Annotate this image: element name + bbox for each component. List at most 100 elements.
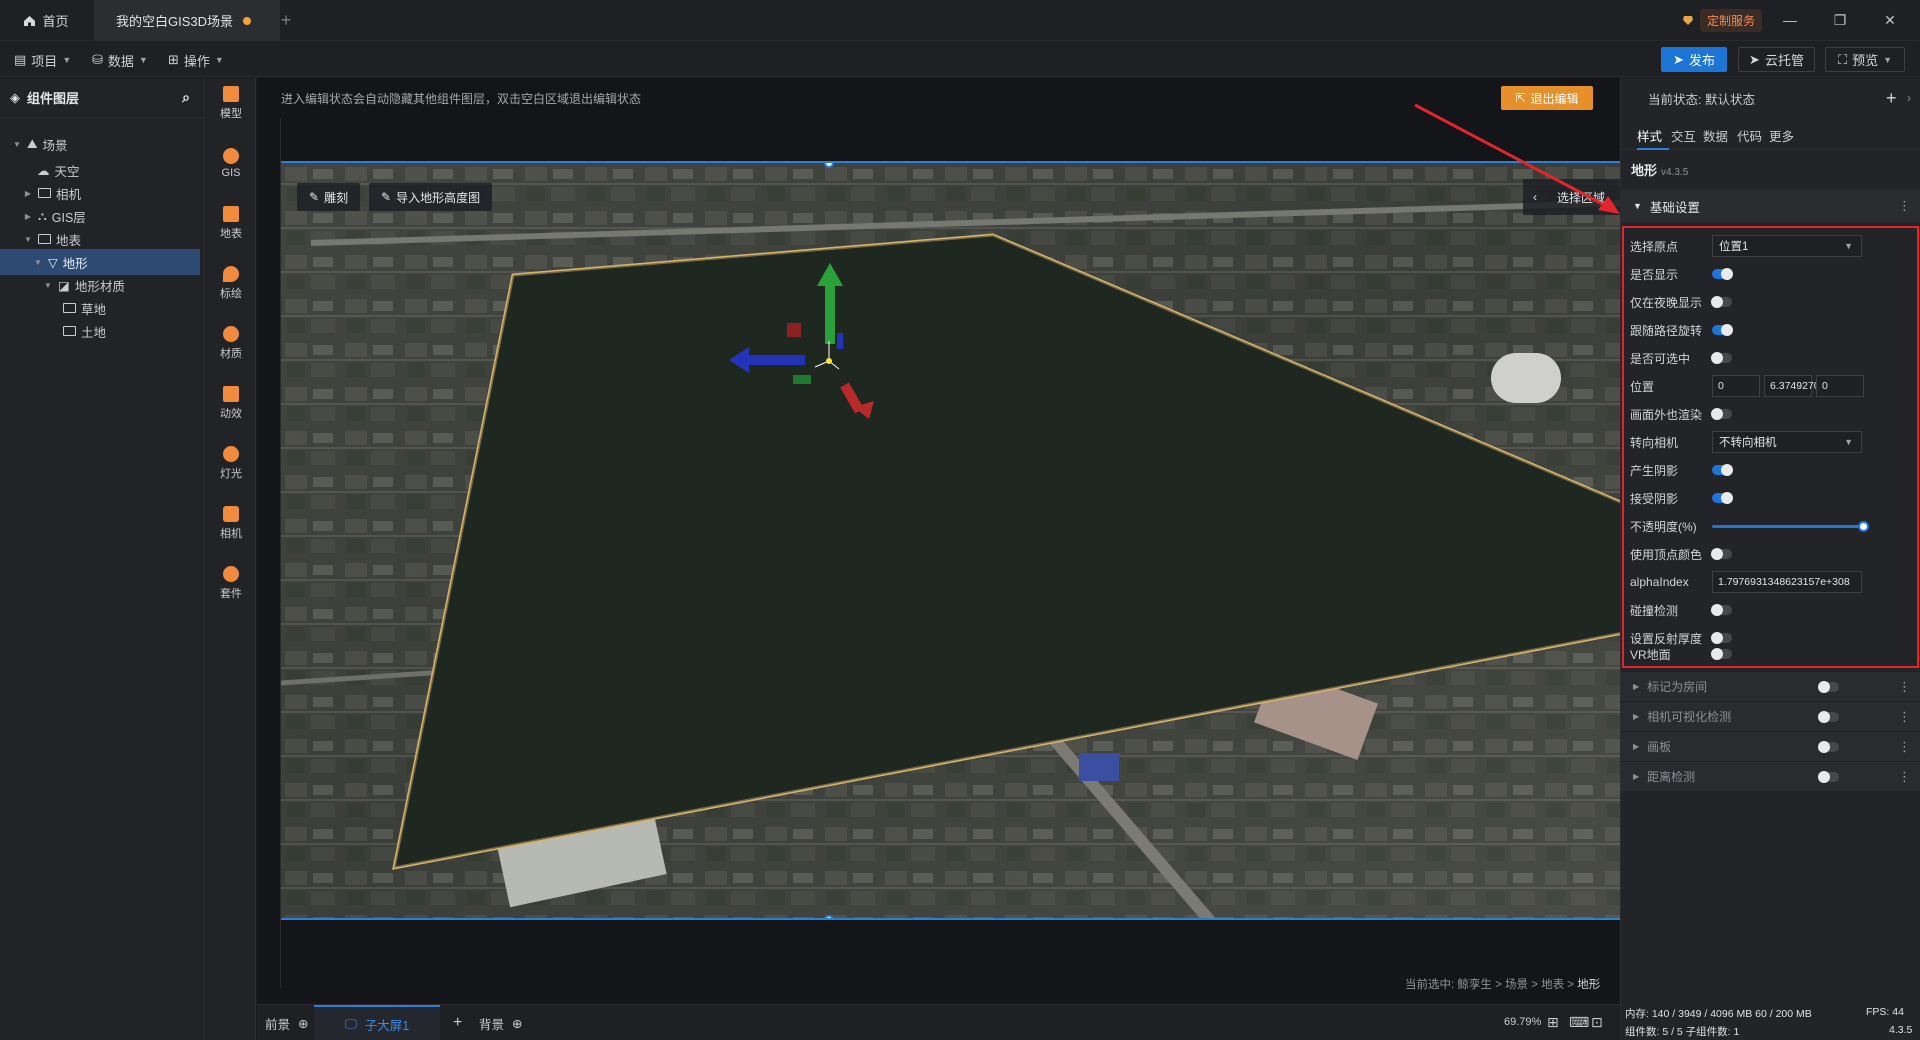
chevron-down-icon: ▼ — [34, 257, 42, 267]
custom-service-label: 定制服务 — [1700, 8, 1763, 32]
folder-icon — [63, 326, 76, 336]
mark-room-toggle[interactable] — [1818, 681, 1839, 693]
face-camera-select[interactable]: 不转向相机 ▼ — [1712, 431, 1862, 453]
alpha-index-input[interactable]: 1.7976931348623157e+308 — [1712, 571, 1862, 593]
scene-canvas[interactable]: ✎ 雕刻 ✎ 导入地形高度图 ‹ 选择区域 — [281, 161, 1623, 920]
receive-shadow-toggle[interactable] — [1712, 492, 1733, 504]
custom-service-button[interactable]: 定制服务 — [1682, 8, 1763, 32]
import-heightmap-button[interactable]: ✎ 导入地形高度图 — [369, 183, 493, 211]
terminal-icon[interactable]: ⊡ — [1591, 1014, 1603, 1031]
opacity-slider-handle[interactable] — [1858, 521, 1869, 532]
tab-data[interactable]: 数据 — [1703, 126, 1728, 145]
keyboard-icon[interactable]: ⌨ — [1569, 1014, 1589, 1031]
menu-operation[interactable]: ⊞ 操作 ▼ — [168, 49, 224, 71]
prop-label: 不透明度(%) — [1630, 519, 1697, 534]
tab-code[interactable]: 代码 — [1737, 126, 1762, 145]
chevron-down-icon: ▼ — [62, 55, 72, 65]
add-circle-icon[interactable]: ⊕ — [512, 1016, 522, 1031]
sculpt-button[interactable]: ✎ 雕刻 — [297, 183, 361, 211]
minimize-icon[interactable]: — — [1780, 10, 1800, 30]
menu-project[interactable]: ▤ 项目 ▼ — [14, 49, 71, 71]
offscreen-toggle[interactable] — [1711, 408, 1732, 420]
breadcrumb-current[interactable]: 地形 — [1577, 979, 1600, 991]
material-icon: ◪ — [58, 278, 70, 293]
tree-item-label: 草地 — [81, 302, 107, 317]
section-canvas[interactable]: ▶ 画板 ⋮ — [1621, 731, 1920, 761]
tool-label: 动效 — [220, 407, 242, 420]
tool-plot[interactable]: 标绘 — [206, 258, 256, 308]
prop-alpha-index: alphaIndex 1.7976931348623157e+308 — [1630, 568, 1920, 596]
current-state-row: 当前状态: 默认状态 + › — [1621, 78, 1920, 118]
add-screen-icon[interactable]: + — [453, 1005, 462, 1040]
more-vertical-icon[interactable]: ⋮ — [1898, 739, 1911, 755]
globe-icon — [223, 147, 239, 164]
prop-face-camera: 转向相机 不转向相机 ▼ — [1630, 428, 1920, 456]
prop-vertex-color: 使用顶点颜色 — [1630, 540, 1920, 568]
section-basic-settings[interactable]: ▼ 基础设置 ⋮ — [1621, 190, 1920, 222]
section-camera-visibility[interactable]: ▶ 相机可视化检测 ⋮ — [1621, 701, 1920, 731]
tool-light[interactable]: 灯光 — [206, 438, 256, 488]
vr-ground-toggle[interactable] — [1711, 648, 1732, 660]
visible-toggle[interactable] — [1712, 268, 1733, 280]
follow-path-toggle[interactable] — [1712, 324, 1733, 336]
distance-check-toggle[interactable] — [1818, 771, 1839, 783]
canvas-toggle[interactable] — [1818, 741, 1839, 753]
add-circle-icon[interactable]: ⊕ — [298, 1016, 308, 1031]
prop-label: 跟随路径旋转 — [1630, 323, 1703, 338]
section-distance-check[interactable]: ▶ 距离检测 ⋮ — [1621, 761, 1920, 791]
opacity-slider-track[interactable] — [1712, 525, 1864, 528]
night-only-toggle[interactable] — [1711, 296, 1732, 308]
cast-shadow-toggle[interactable] — [1712, 464, 1733, 476]
chevron-down-icon: ▼ — [214, 55, 224, 65]
restore-icon[interactable]: ❐ — [1830, 10, 1850, 30]
more-vertical-icon[interactable]: ⋮ — [1898, 769, 1911, 785]
cloud-hosting-button[interactable]: ➤ 云托管 — [1738, 47, 1815, 72]
collision-toggle[interactable] — [1711, 604, 1732, 616]
prop-collision: 碰撞检测 — [1630, 596, 1920, 624]
publish-button[interactable]: ➤ 发布 — [1661, 47, 1727, 72]
tab-scene[interactable]: 我的空白GIS3D场景 — [94, 0, 280, 41]
preview-button[interactable]: ⛶ 预览 ▼ — [1825, 47, 1905, 72]
prop-label: 接受阴影 — [1630, 491, 1679, 506]
add-state-icon[interactable]: + — [1886, 88, 1897, 109]
search-icon[interactable]: ⌕ — [182, 89, 190, 106]
tool-surface[interactable]: 地表 — [206, 198, 256, 248]
prop-label: 选择原点 — [1630, 239, 1679, 254]
tool-material[interactable]: 材质 — [206, 318, 256, 368]
more-vertical-icon[interactable]: ⋮ — [1898, 709, 1911, 725]
tool-effect[interactable]: 动效 — [206, 378, 256, 428]
camera-visibility-toggle[interactable] — [1818, 711, 1839, 723]
tool-camera[interactable]: 相机 — [206, 498, 256, 548]
fit-screen-icon[interactable]: ⊞ — [1547, 1014, 1559, 1031]
tab-sub-screen[interactable]: 🖵 子大屏1 — [314, 1005, 440, 1040]
tool-label: 材质 — [220, 347, 242, 360]
tree-item-soil[interactable]: 土地 — [0, 318, 205, 344]
chevron-right-icon: ▶ — [1633, 772, 1640, 781]
close-icon[interactable]: ✕ — [1880, 10, 1900, 30]
tab-style[interactable]: 样式 — [1637, 126, 1662, 145]
position-x-input[interactable]: 0 — [1712, 375, 1760, 397]
position-z-input[interactable]: 0 — [1816, 375, 1864, 397]
foreground-label: 前景 — [265, 1017, 291, 1032]
tree-item-scene[interactable]: ▼ ⛰ 场景 — [0, 131, 205, 157]
tab-foreground[interactable]: 前景 ⊕ — [265, 1005, 309, 1040]
tab-more[interactable]: 更多 — [1769, 126, 1794, 145]
tool-gis[interactable]: GIS — [206, 138, 256, 188]
tab-background[interactable]: 背景 ⊕ — [479, 1005, 523, 1040]
tool-kit[interactable]: 套件 — [206, 558, 256, 608]
add-tab-button[interactable]: + — [276, 0, 296, 41]
prop-label: 是否可选中 — [1630, 351, 1691, 366]
vertex-color-toggle[interactable] — [1711, 548, 1732, 560]
more-vertical-icon[interactable]: ⋮ — [1898, 198, 1911, 214]
more-vertical-icon[interactable]: ⋮ — [1898, 679, 1911, 695]
menu-data[interactable]: ⛁ 数据 ▼ — [92, 49, 148, 71]
tool-model[interactable]: 模型 — [206, 78, 256, 128]
fullscreen-icon: ⛶ — [1837, 51, 1848, 67]
tab-interaction[interactable]: 交互 — [1671, 126, 1696, 145]
selectable-toggle[interactable] — [1711, 352, 1732, 364]
chevron-right-icon[interactable]: › — [1907, 91, 1911, 105]
tab-home[interactable]: 首页 — [0, 0, 92, 41]
position-y-input[interactable]: 6.3749270 — [1764, 375, 1820, 397]
origin-select[interactable]: 位置1 ▼ — [1712, 235, 1862, 257]
section-mark-room[interactable]: ▶ 标记为房间 ⋮ — [1621, 671, 1920, 701]
